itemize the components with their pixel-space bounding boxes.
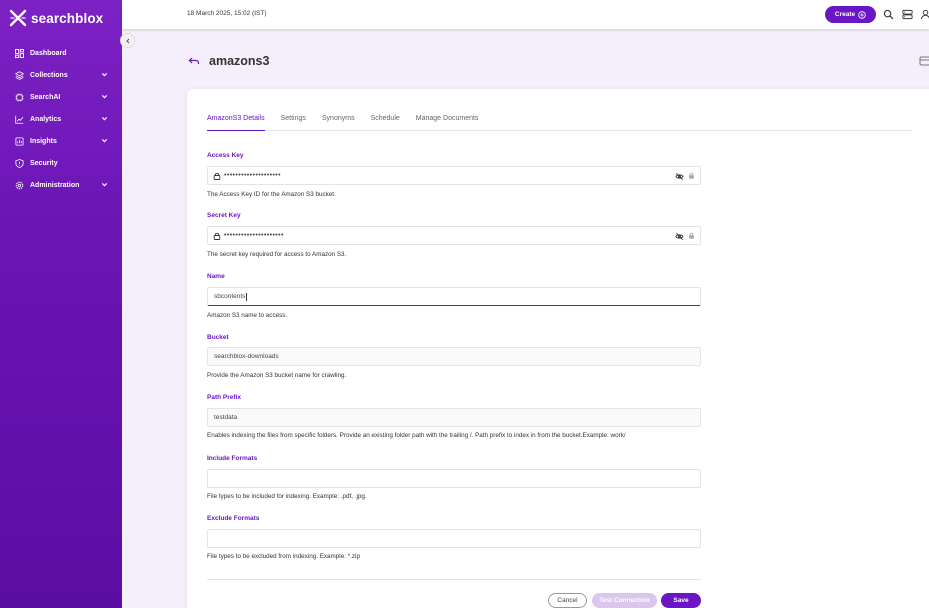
sidebar-item-analytics[interactable]: Analytics <box>0 108 122 130</box>
page-title: amazons3 <box>209 54 270 68</box>
secret-key-label: Secret Key <box>207 212 241 219</box>
sidebar-item-insights[interactable]: Insights <box>0 130 122 152</box>
gear-icon <box>15 181 24 189</box>
sidebar-collapse-button[interactable] <box>120 33 135 48</box>
exclude-formats-label: Exclude Formats <box>207 515 260 522</box>
sidebar-item-security[interactable]: Security <box>0 152 122 174</box>
exclude-formats-help: File types to be excluded from indexing.… <box>207 553 360 560</box>
lock-icon <box>689 232 694 239</box>
include-formats-input[interactable] <box>207 469 701 488</box>
name-input[interactable]: sbcontents <box>207 287 701 306</box>
tab-amazons3-details[interactable]: AmazonS3 Details <box>207 113 265 131</box>
cancel-button[interactable]: Cancel <box>548 593 587 608</box>
tab-synonyms[interactable]: Synonyms <box>322 113 355 131</box>
current-datetime: 18 March 2025, 15:02 (IST) <box>187 10 267 17</box>
sidebar-item-label: Collections <box>30 71 68 79</box>
sidebar-item-label: SearchAI <box>30 93 61 101</box>
access-key-label: Access Key <box>207 152 244 159</box>
layers-icon <box>15 70 24 80</box>
bucket-help: Provide the Amazon S3 bucket name for cr… <box>207 372 347 379</box>
chevron-down-icon[interactable] <box>101 137 108 144</box>
server-status-icon[interactable] <box>902 9 913 20</box>
name-help: Amazon S3 name to access. <box>207 312 288 319</box>
path-prefix-label: Path Prefix <box>207 394 241 401</box>
path-prefix-help: Enables indexing the files from specific… <box>207 432 626 439</box>
eye-off-icon[interactable] <box>675 232 684 241</box>
test-connection-button[interactable]: Test Connection <box>592 593 657 608</box>
include-formats-help: File types to be included for indexing. … <box>207 493 367 500</box>
sidebar-item-label: Administration <box>30 181 80 189</box>
sidebar-item-collections[interactable]: Collections <box>0 64 122 86</box>
lock-icon <box>213 172 221 180</box>
path-prefix-value: testdata <box>214 414 238 421</box>
searchblox-logo-icon <box>9 9 27 27</box>
sidebar-item-label: Security <box>30 159 58 167</box>
access-key-help: The Access Key ID for the Amazon S3 buck… <box>207 191 336 198</box>
back-arrow-icon[interactable] <box>188 55 200 67</box>
chevron-down-icon[interactable] <box>101 181 108 188</box>
create-button[interactable]: Create <box>825 6 876 23</box>
search-icon[interactable] <box>883 9 894 20</box>
save-button[interactable]: Save <box>661 593 701 608</box>
tab-settings[interactable]: Settings <box>281 113 306 131</box>
ai-chip-icon <box>15 92 24 102</box>
sidebar-item-label: Analytics <box>30 115 62 123</box>
topbar: 18 March 2025, 15:02 (IST) Create <box>122 0 929 29</box>
dashboard-icon <box>15 48 24 58</box>
sidebar-item-label: Dashboard <box>30 49 67 57</box>
sidebar-item-dashboard[interactable]: Dashboard <box>0 42 122 64</box>
path-prefix-input[interactable]: testdata <box>207 408 701 427</box>
chart-icon <box>15 115 24 124</box>
sidebar: searchblox Dashboard Collections SearchA… <box>0 0 122 608</box>
tab-schedule[interactable]: Schedule <box>371 113 400 131</box>
insights-icon <box>15 136 24 146</box>
bucket-input[interactable]: searchblox-downloads <box>207 347 701 366</box>
name-label: Name <box>207 273 225 280</box>
secret-key-field[interactable]: ••••••••••••••••••••• <box>207 226 701 245</box>
access-key-value: •••••••••••••••••••• <box>224 172 282 179</box>
shield-icon <box>15 158 24 168</box>
logo-text: searchblox <box>31 10 104 26</box>
sidebar-nav: Dashboard Collections SearchAI Analytics… <box>0 42 122 196</box>
sidebar-item-administration[interactable]: Administration <box>0 174 122 196</box>
chevron-down-icon[interactable] <box>101 93 108 100</box>
tab-bar: AmazonS3 Details Settings Synonyms Sched… <box>207 113 912 131</box>
text-caret <box>245 292 247 301</box>
include-formats-label: Include Formats <box>207 455 258 462</box>
archive-icon[interactable] <box>919 55 929 67</box>
tab-manage-documents[interactable]: Manage Documents <box>416 113 479 131</box>
logo[interactable]: searchblox <box>9 9 103 27</box>
lock-icon <box>689 172 694 179</box>
eye-off-icon[interactable] <box>675 172 684 181</box>
chevron-down-icon[interactable] <box>101 115 108 122</box>
secret-key-value: ••••••••••••••••••••• <box>224 232 284 239</box>
plus-circle-icon <box>858 10 866 19</box>
bucket-value: searchblox-downloads <box>214 353 279 360</box>
form-divider <box>207 579 701 580</box>
create-button-label: Create <box>834 11 856 18</box>
user-icon[interactable] <box>920 9 929 20</box>
collection-form-card: AmazonS3 Details Settings Synonyms Sched… <box>187 89 929 608</box>
access-key-field[interactable]: •••••••••••••••••••• <box>207 166 701 185</box>
exclude-formats-input[interactable] <box>207 529 701 548</box>
name-value: sbcontents <box>214 293 246 300</box>
lock-icon <box>213 232 221 240</box>
chevron-left-icon <box>125 38 129 43</box>
secret-key-help: The secret key required for access to Am… <box>207 251 347 258</box>
bucket-label: Bucket <box>207 334 229 341</box>
sidebar-item-searchai[interactable]: SearchAI <box>0 86 122 108</box>
sidebar-item-label: Insights <box>30 137 57 145</box>
chevron-down-icon[interactable] <box>101 71 108 78</box>
